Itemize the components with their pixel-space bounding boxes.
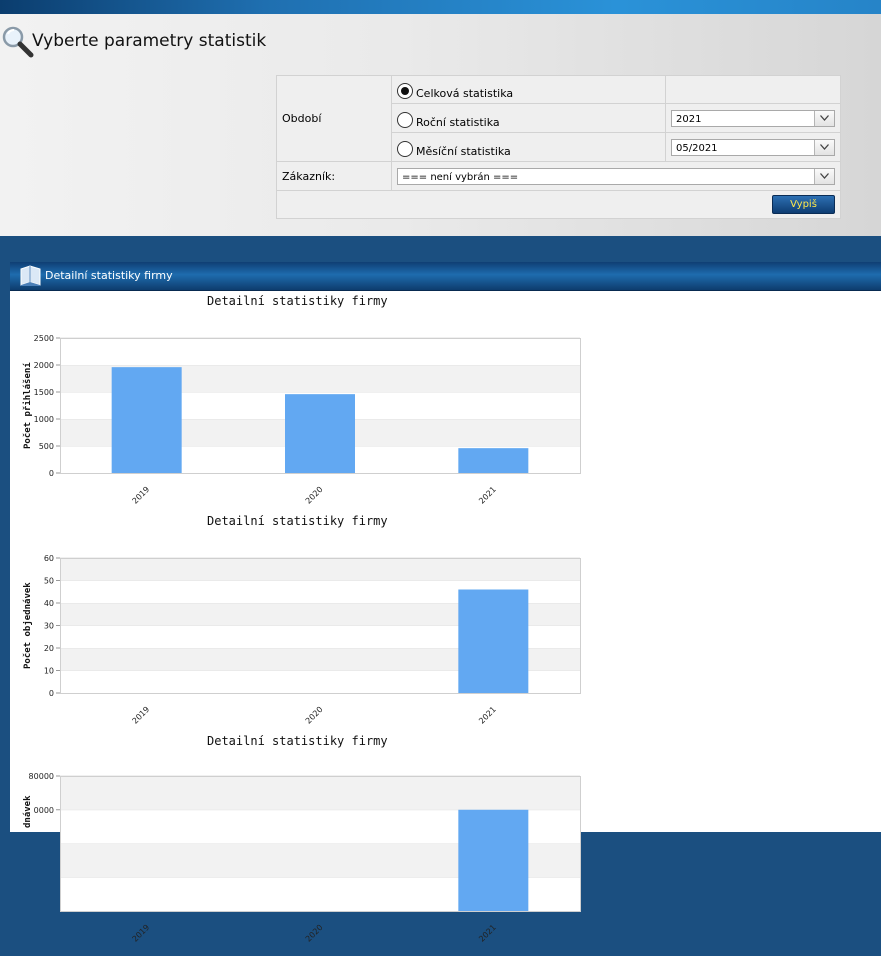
option-monthly[interactable]: Měsíční statistika: [391, 132, 666, 162]
x-tick-label: 2020: [304, 485, 325, 506]
statistics-panel: Detailní statistiky firmy Detailní stati…: [10, 262, 881, 944]
grid-band: [60, 338, 580, 365]
y-tick-label: 2000: [34, 361, 54, 370]
chart-title: Detailní statistiky firmy: [207, 294, 388, 308]
x-tick-label: 2020: [304, 705, 325, 726]
x-tick-label: 2020: [304, 923, 325, 944]
grid-band: [60, 558, 580, 581]
x-tick-label: 2021: [477, 705, 498, 726]
parameters-form: Období Celková statistika Roční statisti…: [276, 75, 841, 219]
customer-select[interactable]: === není vybrán ===: [397, 167, 835, 185]
y-tick-label: 60: [44, 554, 54, 563]
x-tick-label: 2019: [131, 923, 152, 944]
customer-label: Zákazník:: [276, 161, 392, 191]
bar-chart: 0000 80000 2019 2020 2021: [29, 772, 581, 944]
y-tick-label: 10: [44, 667, 54, 676]
bar: [111, 367, 182, 473]
bar: [285, 394, 355, 473]
month-select-value: 05/2021: [676, 142, 718, 154]
year-select-value: 2021: [676, 113, 702, 125]
year-select[interactable]: 2021: [671, 109, 835, 127]
radio-monthly[interactable]: [397, 140, 413, 157]
option-total[interactable]: Celková statistika: [391, 75, 666, 104]
option-yearly[interactable]: Roční statistika: [391, 103, 666, 133]
month-select[interactable]: 05/2021: [671, 138, 835, 156]
y-tick-label: 500: [39, 442, 54, 451]
bar: [458, 448, 529, 473]
chart-title: Detailní statistiky firmy: [207, 734, 388, 748]
x-tick-label: 2021: [477, 485, 498, 506]
radio-total[interactable]: [397, 83, 413, 99]
period-label: Období: [276, 75, 392, 162]
y-tick-label: 1500: [34, 388, 54, 397]
top-bar: [0, 0, 881, 14]
y-tick-label: 0: [49, 469, 54, 478]
y-tick-label: 40: [44, 599, 54, 608]
grid-band: [60, 776, 580, 810]
panel-title: Detailní statistiky firmy: [45, 269, 173, 282]
y-tick-label: 2500: [34, 334, 54, 343]
radio-yearly[interactable]: [397, 111, 413, 128]
x-tick-label: 2021: [477, 923, 498, 944]
search-icon: [2, 26, 34, 58]
book-icon: [20, 265, 41, 286]
y-tick-label: 1000: [34, 415, 54, 424]
y-tick-label: 50: [44, 577, 54, 586]
panel-header: Detailní statistiky firmy: [10, 262, 881, 291]
bar-chart: 0 500 1000 1500 2000 2500 2019 2020 2021: [34, 334, 581, 506]
option-monthly-label: Měsíční statistika: [416, 144, 511, 158]
y-tick-label: 20: [44, 644, 54, 653]
y-tick-label: 0000: [34, 806, 54, 815]
chevron-down-icon[interactable]: [814, 139, 834, 155]
chevron-down-icon[interactable]: [814, 110, 834, 126]
option-yearly-label: Roční statistika: [416, 115, 500, 129]
bar: [458, 809, 529, 911]
bar-chart: 0 10 20 30 40 50 60 2019 2020 2021: [44, 554, 581, 726]
page-title: Vyberte parametry statistik: [32, 31, 267, 51]
option-total-label: Celková statistika: [416, 87, 514, 100]
y-tick-label: 80000: [29, 772, 54, 781]
chart-title: Detailní statistiky firmy: [207, 514, 388, 528]
y-tick-label: 0: [49, 689, 54, 698]
submit-button[interactable]: Vypiš: [772, 195, 835, 214]
parameters-section: Vyberte parametry statistik Období Celko…: [0, 14, 881, 236]
bar: [458, 589, 529, 693]
y-tick-label: 30: [44, 622, 54, 631]
x-tick-label: 2019: [131, 485, 152, 506]
x-tick-label: 2019: [131, 705, 152, 726]
chevron-down-icon[interactable]: [814, 168, 834, 184]
customer-select-value: === není vybrán ===: [402, 171, 519, 183]
